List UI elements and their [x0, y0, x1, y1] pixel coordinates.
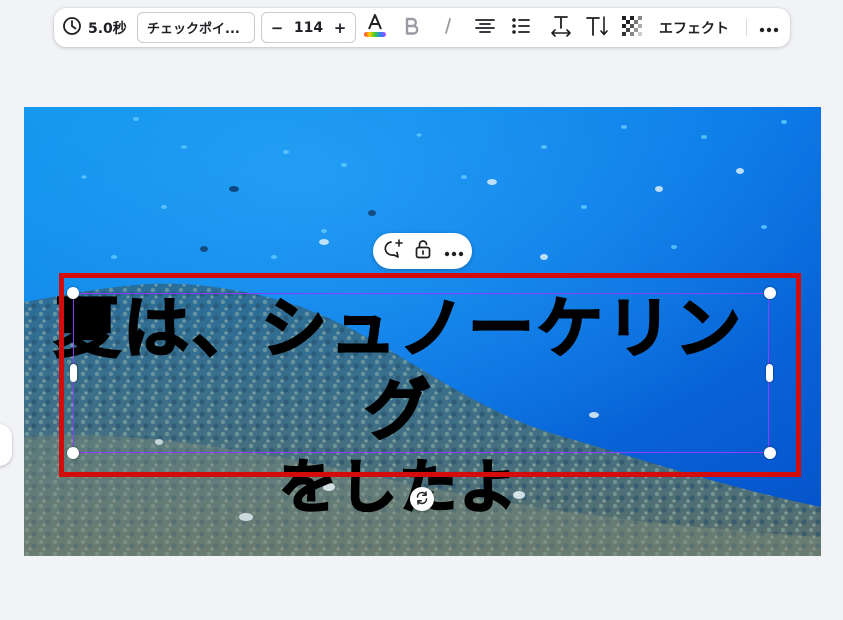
italic-icon [441, 17, 455, 39]
element-context-menu [373, 233, 472, 269]
resize-handle-top-left[interactable] [67, 287, 79, 299]
headline-line-2: をしたよ [278, 452, 519, 522]
resize-handle-right[interactable] [766, 364, 773, 382]
add-comment-icon [381, 239, 403, 263]
text-toolbar: 5.0秒 チェックポイ... − 114 + エフェクト [54, 8, 790, 47]
align-button[interactable] [472, 8, 498, 47]
increase-font-size-button[interactable]: + [333, 19, 347, 37]
bold-icon [404, 17, 420, 39]
clock-icon [62, 16, 82, 40]
toolbar-divider [746, 19, 747, 36]
font-family-select[interactable]: チェックポイ... [137, 12, 255, 43]
more-options-button[interactable] [754, 8, 784, 47]
letter-spacing-button[interactable] [548, 8, 574, 47]
rotate-handle[interactable] [410, 487, 434, 511]
text-direction-icon [585, 15, 609, 41]
align-center-icon [475, 18, 495, 38]
add-comment-button[interactable] [378, 233, 406, 269]
text-color-icon [363, 13, 387, 43]
lock-icon [414, 239, 432, 263]
italic-button[interactable] [435, 8, 461, 47]
resize-handle-left[interactable] [70, 364, 77, 382]
context-more-button[interactable] [440, 233, 468, 269]
font-size-input[interactable]: 114 [294, 20, 323, 36]
transparency-button[interactable] [619, 8, 645, 47]
resize-handle-bottom-right[interactable] [764, 447, 776, 459]
transparency-icon [622, 15, 642, 40]
rotate-icon [415, 490, 429, 509]
side-panel-toggle[interactable] [0, 424, 12, 466]
bold-button[interactable] [399, 8, 425, 47]
bullet-list-icon [511, 17, 531, 39]
letter-spacing-icon [550, 15, 572, 41]
duration-button[interactable]: 5.0秒 [62, 8, 128, 47]
text-color-button[interactable] [362, 8, 388, 47]
line-spacing-button[interactable] [584, 8, 610, 47]
font-size-stepper: − 114 + [261, 12, 356, 43]
duration-label: 5.0秒 [88, 20, 127, 37]
list-button[interactable] [508, 8, 534, 47]
decrease-font-size-button[interactable]: − [270, 19, 284, 37]
lock-button[interactable] [409, 233, 437, 269]
more-icon [759, 18, 779, 37]
more-icon [444, 242, 464, 261]
selection-frame [73, 293, 769, 453]
resize-handle-top-right[interactable] [764, 287, 776, 299]
resize-handle-bottom-left[interactable] [67, 447, 79, 459]
effects-button[interactable]: エフェクト [654, 8, 734, 47]
